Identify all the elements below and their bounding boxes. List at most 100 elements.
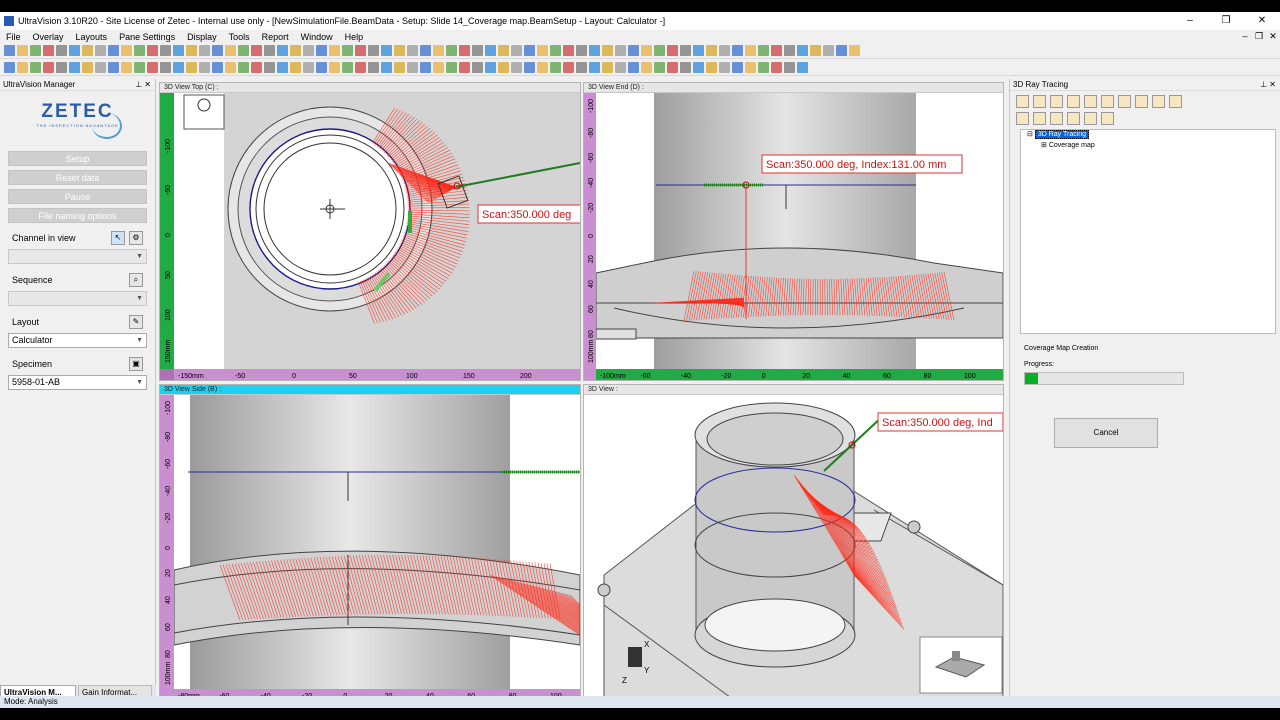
toolbar-tool-icon[interactable]	[797, 45, 808, 56]
view-end[interactable]: 3D View End (D) : Scan:350.000 deg, Inde…	[583, 82, 1004, 381]
toolbar-tool-icon[interactable]	[537, 45, 548, 56]
file-naming-options-button[interactable]: File naming options	[8, 208, 147, 223]
ray-tool-icon[interactable]	[1152, 95, 1165, 108]
toolbar-tool-icon[interactable]	[641, 62, 652, 73]
toolbar-tool-icon[interactable]	[199, 62, 210, 73]
toolbar-tool-icon[interactable]	[17, 45, 28, 56]
toolbar-tool-icon[interactable]	[342, 62, 353, 73]
toolbar-tool-icon[interactable]	[30, 45, 41, 56]
ray-tool-icon[interactable]	[1135, 95, 1148, 108]
toolbar-tool-icon[interactable]	[446, 45, 457, 56]
toolbar-tool-icon[interactable]	[290, 62, 301, 73]
ray-tool-icon[interactable]	[1050, 112, 1063, 125]
toolbar-tool-icon[interactable]	[160, 62, 171, 73]
toolbar-tool-icon[interactable]	[342, 45, 353, 56]
channel-select[interactable]: ▼	[8, 249, 147, 264]
mdi-close-button[interactable]: ✕	[1266, 31, 1280, 42]
toolbar-tool-icon[interactable]	[316, 62, 327, 73]
toolbar-tool-icon[interactable]	[173, 45, 184, 56]
toolbar-tool-icon[interactable]	[316, 45, 327, 56]
toolbar-tool-icon[interactable]	[95, 45, 106, 56]
toolbar-tool-icon[interactable]	[160, 45, 171, 56]
toolbar-tool-icon[interactable]	[719, 62, 730, 73]
toolbar-tool-icon[interactable]	[446, 62, 457, 73]
toolbar-tool-icon[interactable]	[524, 45, 535, 56]
toolbar-tool-icon[interactable]	[680, 62, 691, 73]
sequence-search-icon[interactable]: ⌕	[129, 273, 143, 287]
menu-report[interactable]: Report	[256, 32, 295, 42]
menu-window[interactable]: Window	[295, 32, 339, 42]
ray-tool-icon[interactable]	[1033, 112, 1046, 125]
toolbar-tool-icon[interactable]	[797, 62, 808, 73]
toolbar-tool-icon[interactable]	[134, 62, 145, 73]
toolbar-tool-icon[interactable]	[108, 62, 119, 73]
toolbar-tool-icon[interactable]	[589, 62, 600, 73]
specimen-select[interactable]: 5958-01-AB ▼	[8, 375, 147, 390]
ray-tool-icon[interactable]	[1084, 112, 1097, 125]
toolbar-tool-icon[interactable]	[719, 45, 730, 56]
toolbar-tool-icon[interactable]	[212, 45, 223, 56]
ray-tool-icon[interactable]	[1016, 95, 1029, 108]
toolbar-tool-icon[interactable]	[56, 45, 67, 56]
toolbar-tool-icon[interactable]	[56, 62, 67, 73]
toolbar-tool-icon[interactable]	[277, 45, 288, 56]
toolbar-tool-icon[interactable]	[433, 45, 444, 56]
toolbar-tool-icon[interactable]	[17, 62, 28, 73]
toolbar-tool-icon[interactable]	[82, 45, 93, 56]
toolbar-tool-icon[interactable]	[615, 45, 626, 56]
toolbar-tool-icon[interactable]	[407, 62, 418, 73]
toolbar-tool-icon[interactable]	[199, 45, 210, 56]
toolbar-tool-icon[interactable]	[82, 62, 93, 73]
toolbar-tool-icon[interactable]	[667, 45, 678, 56]
toolbar-tool-icon[interactable]	[303, 62, 314, 73]
toolbar-tool-icon[interactable]	[251, 62, 262, 73]
toolbar-tool-icon[interactable]	[394, 45, 405, 56]
toolbar-tool-icon[interactable]	[186, 45, 197, 56]
toolbar-tool-icon[interactable]	[602, 62, 613, 73]
toolbar-tool-icon[interactable]	[628, 62, 639, 73]
ray-tool-icon[interactable]	[1169, 95, 1182, 108]
menu-display[interactable]: Display	[181, 32, 223, 42]
cancel-button[interactable]: Cancel	[1054, 418, 1158, 448]
toolbar-tool-icon[interactable]	[784, 62, 795, 73]
toolbar-tool-icon[interactable]	[732, 62, 743, 73]
toolbar-tool-icon[interactable]	[43, 62, 54, 73]
menu-tools[interactable]: Tools	[223, 32, 256, 42]
toolbar-tool-icon[interactable]	[225, 62, 236, 73]
toolbar-tool-icon[interactable]	[368, 45, 379, 56]
toolbar-tool-icon[interactable]	[173, 62, 184, 73]
toolbar-tool-icon[interactable]	[511, 45, 522, 56]
mdi-minimize-button[interactable]: –	[1238, 31, 1252, 42]
maximize-button[interactable]: ❐	[1208, 12, 1244, 30]
toolbar-tool-icon[interactable]	[472, 62, 483, 73]
toolbar-tool-icon[interactable]	[407, 45, 418, 56]
toolbar-tool-icon[interactable]	[394, 62, 405, 73]
ray-tool-icon[interactable]	[1067, 95, 1080, 108]
toolbar-tool-icon[interactable]	[524, 62, 535, 73]
toolbar-tool-icon[interactable]	[745, 45, 756, 56]
toolbar-tool-icon[interactable]	[498, 45, 509, 56]
toolbar-tool-icon[interactable]	[459, 62, 470, 73]
mdi-restore-button[interactable]: ❐	[1252, 31, 1266, 42]
toolbar-tool-icon[interactable]	[628, 45, 639, 56]
toolbar-tool-icon[interactable]	[511, 62, 522, 73]
specimen-edit-icon[interactable]: ▣	[129, 357, 143, 371]
toolbar-tool-icon[interactable]	[108, 45, 119, 56]
toolbar-tool-icon[interactable]	[134, 45, 145, 56]
toolbar-tool-icon[interactable]	[251, 45, 262, 56]
ray-tool-icon[interactable]	[1101, 95, 1114, 108]
pause-button[interactable]: Pause	[8, 189, 147, 204]
toolbar-tool-icon[interactable]	[264, 45, 275, 56]
toolbar-tool-icon[interactable]	[420, 45, 431, 56]
toolbar-tool-icon[interactable]	[602, 45, 613, 56]
toolbar-tool-icon[interactable]	[836, 45, 847, 56]
toolbar-tool-icon[interactable]	[615, 62, 626, 73]
toolbar-tool-icon[interactable]	[693, 45, 704, 56]
toolbar-tool-icon[interactable]	[550, 62, 561, 73]
toolbar-tool-icon[interactable]	[264, 62, 275, 73]
toolbar-tool-icon[interactable]	[758, 45, 769, 56]
toolbar-tool-icon[interactable]	[30, 62, 41, 73]
toolbar-tool-icon[interactable]	[784, 45, 795, 56]
toolbar-tool-icon[interactable]	[147, 62, 158, 73]
toolbar-tool-icon[interactable]	[95, 62, 106, 73]
